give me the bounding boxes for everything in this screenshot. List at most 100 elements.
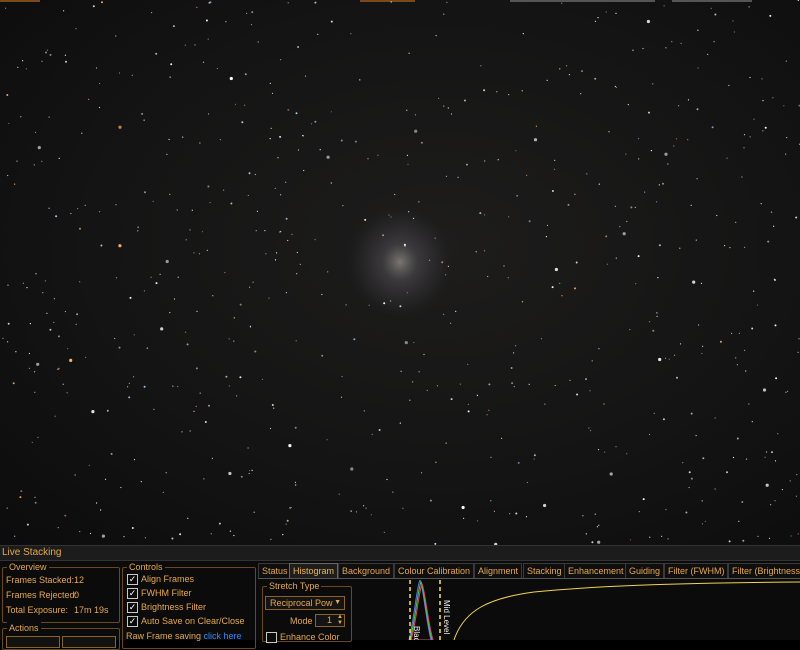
brightness-filter-label: Brightness Filter — [141, 602, 207, 612]
star — [172, 25, 175, 28]
star — [786, 137, 788, 139]
star — [714, 488, 716, 490]
star — [189, 229, 191, 231]
star — [711, 126, 714, 129]
tab-histogram[interactable]: Histogram — [289, 563, 339, 578]
star — [546, 79, 548, 81]
star — [575, 261, 578, 264]
align-frames-checkbox[interactable]: ✓ — [127, 574, 138, 585]
tab-filter-fwhm[interactable]: Filter (FWHM) — [664, 563, 729, 578]
star — [450, 322, 452, 324]
tab-stacking[interactable]: Stacking — [523, 563, 566, 578]
star — [195, 367, 198, 370]
star — [622, 232, 626, 236]
auto-save-checkbox[interactable]: ✓ — [127, 616, 138, 627]
star — [510, 367, 513, 369]
tab-alignment[interactable]: Alignment — [474, 563, 523, 578]
star — [756, 304, 759, 306]
enhance-color-checkbox[interactable] — [266, 632, 277, 643]
star — [551, 190, 554, 192]
star — [20, 116, 22, 118]
star — [426, 389, 428, 391]
action-button-1[interactable] — [6, 636, 60, 648]
star — [48, 207, 50, 209]
stacked-image-viewer[interactable] — [0, 0, 800, 545]
frames-stacked-value: 12 — [74, 575, 85, 585]
star — [702, 457, 705, 460]
star — [67, 348, 69, 350]
star — [75, 28, 77, 30]
star — [591, 360, 593, 362]
star — [244, 104, 246, 106]
star — [88, 98, 90, 100]
star — [698, 324, 700, 326]
star — [199, 392, 201, 394]
action-button-2[interactable] — [62, 636, 116, 648]
stretch-curve — [453, 581, 800, 640]
stepper-arrows-icon[interactable]: ▲ ▼ — [337, 614, 343, 626]
fwhm-filter-checkbox[interactable]: ✓ — [127, 588, 138, 599]
star — [85, 356, 87, 358]
brightness-filter-checkbox[interactable]: ✓ — [127, 602, 138, 613]
raw-frame-saving-link[interactable]: click here — [204, 631, 242, 641]
star — [194, 44, 196, 46]
star — [690, 412, 693, 415]
star — [390, 1, 392, 3]
star — [781, 489, 784, 491]
tab-status[interactable]: Status — [258, 563, 292, 578]
star — [402, 507, 404, 509]
star — [377, 154, 379, 156]
star — [436, 385, 438, 387]
star — [99, 82, 101, 85]
tab-guiding[interactable]: Guiding — [625, 563, 665, 578]
tab-filter-brightness[interactable]: Filter (Brightness) — [728, 563, 800, 578]
mode-stepper[interactable]: 1 ▲ ▼ — [315, 614, 345, 627]
star — [265, 253, 267, 255]
star — [7, 322, 10, 325]
star — [95, 67, 98, 69]
star — [490, 456, 492, 458]
star — [295, 340, 297, 342]
star — [280, 59, 282, 61]
star — [55, 215, 58, 218]
star — [561, 295, 563, 297]
star — [609, 472, 613, 476]
star — [603, 403, 605, 405]
star — [169, 193, 171, 195]
tab-colour-calibration[interactable]: Colour Calibration — [394, 563, 475, 578]
star — [790, 535, 792, 537]
star — [716, 214, 718, 217]
star — [19, 496, 22, 499]
star — [668, 358, 670, 360]
star — [285, 523, 287, 525]
star — [594, 513, 596, 515]
star — [408, 52, 410, 54]
star — [457, 176, 459, 178]
star — [304, 75, 307, 77]
stretch-type-select[interactable]: Reciprocal Pow ▼ — [265, 596, 345, 610]
star — [535, 125, 538, 127]
star — [646, 19, 651, 24]
star — [598, 183, 600, 185]
star — [184, 44, 186, 46]
star — [671, 41, 673, 43]
star — [196, 310, 198, 312]
tab-enhancement[interactable]: Enhancement — [564, 563, 628, 578]
tab-background[interactable]: Background — [338, 563, 395, 578]
star — [273, 407, 275, 409]
star — [774, 460, 777, 462]
histogram-plot[interactable]: Black Mid Level — [354, 580, 800, 640]
live-stacking-panel: Live Stacking Overview Frames Stacked: 1… — [0, 545, 800, 650]
star — [580, 93, 582, 95]
star — [735, 357, 737, 359]
star — [368, 304, 370, 306]
star — [400, 370, 402, 372]
star — [574, 287, 576, 290]
star — [363, 505, 365, 507]
star — [162, 491, 164, 493]
star — [123, 536, 125, 538]
star — [46, 312, 48, 314]
star — [176, 209, 178, 211]
star — [115, 35, 117, 37]
star — [279, 231, 281, 233]
